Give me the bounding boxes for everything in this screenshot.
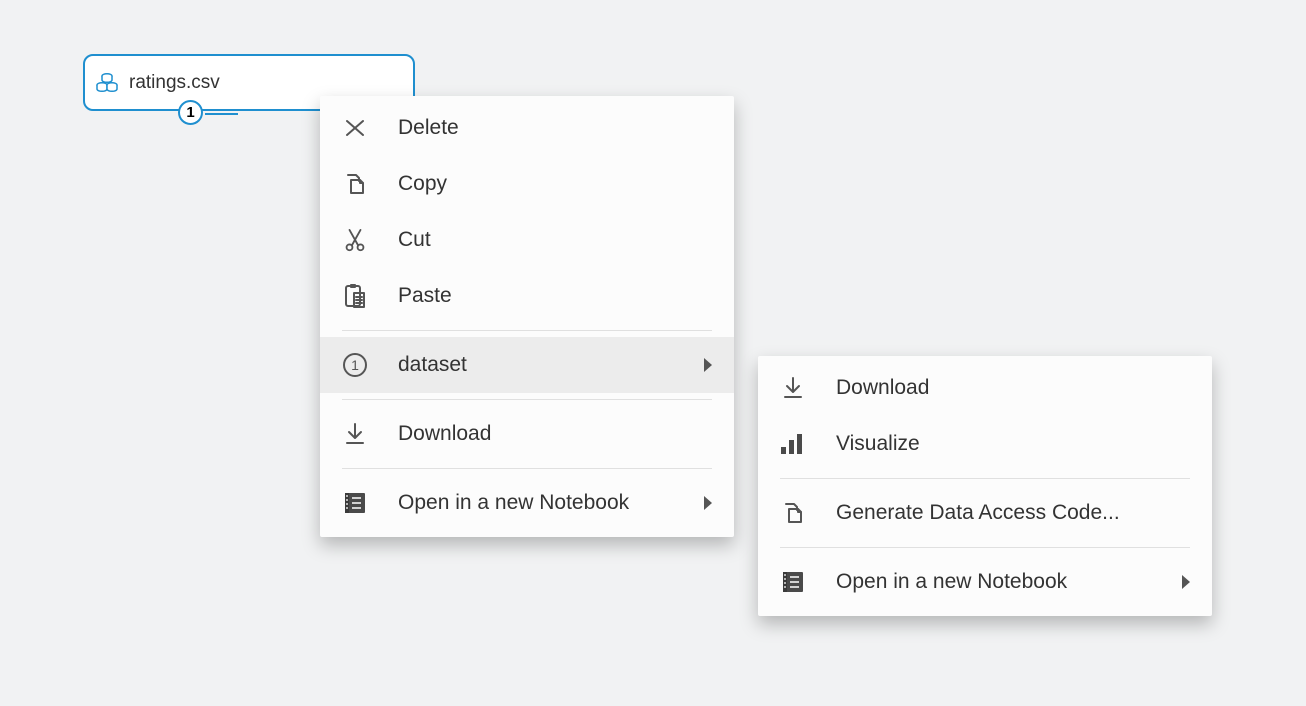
menu-separator [780,547,1190,548]
menu-separator [342,330,712,331]
scissors-icon [340,225,370,255]
menu-item-label: Download [836,376,1190,400]
menu-item-label: dataset [398,353,684,377]
chevron-right-icon [704,358,712,372]
menu-item-copy[interactable]: Copy [320,156,734,212]
menu-item-download[interactable]: Download [320,406,734,462]
menu-item-dataset[interactable]: 1 dataset [320,337,734,393]
port-number: 1 [186,104,194,121]
context-submenu: Download Visualize Generate Data Access … [758,356,1212,616]
chevron-right-icon [704,496,712,510]
submenu-item-download[interactable]: Download [758,360,1212,416]
context-menu: Delete Copy Cut [320,96,734,537]
menu-separator [780,478,1190,479]
notebook-icon [340,488,370,518]
copy-icon [778,498,808,528]
notebook-icon [778,567,808,597]
node-output-port[interactable]: 1 [178,100,203,125]
dataset-node-label: ratings.csv [129,72,220,94]
menu-item-paste[interactable]: Paste [320,268,734,324]
menu-item-cut[interactable]: Cut [320,212,734,268]
bars-icon [778,429,808,459]
menu-item-label: Generate Data Access Code... [836,501,1190,525]
menu-item-label: Paste [398,284,712,308]
chevron-right-icon [1182,575,1190,589]
menu-separator [342,399,712,400]
download-icon [778,373,808,403]
menu-item-label: Copy [398,172,712,196]
port-connector-line [205,113,238,115]
menu-item-label: Open in a new Notebook [398,491,684,515]
menu-item-open-notebook[interactable]: Open in a new Notebook [320,475,734,531]
submenu-item-generate-code[interactable]: Generate Data Access Code... [758,485,1212,541]
menu-item-delete[interactable]: Delete [320,100,734,156]
circle-1-icon: 1 [340,350,370,380]
menu-item-label: Download [398,422,712,446]
svg-text:1: 1 [351,357,359,373]
submenu-item-open-notebook[interactable]: Open in a new Notebook [758,554,1212,610]
copy-icon [340,169,370,199]
submenu-item-visualize[interactable]: Visualize [758,416,1212,472]
menu-separator [342,468,712,469]
clipboard-icon [340,281,370,311]
x-icon [340,113,370,143]
menu-item-label: Cut [398,228,712,252]
menu-item-label: Open in a new Notebook [836,570,1162,594]
download-icon [340,419,370,449]
menu-item-label: Delete [398,116,712,140]
dataset-node-icon [95,71,119,95]
menu-item-label: Visualize [836,432,1190,456]
